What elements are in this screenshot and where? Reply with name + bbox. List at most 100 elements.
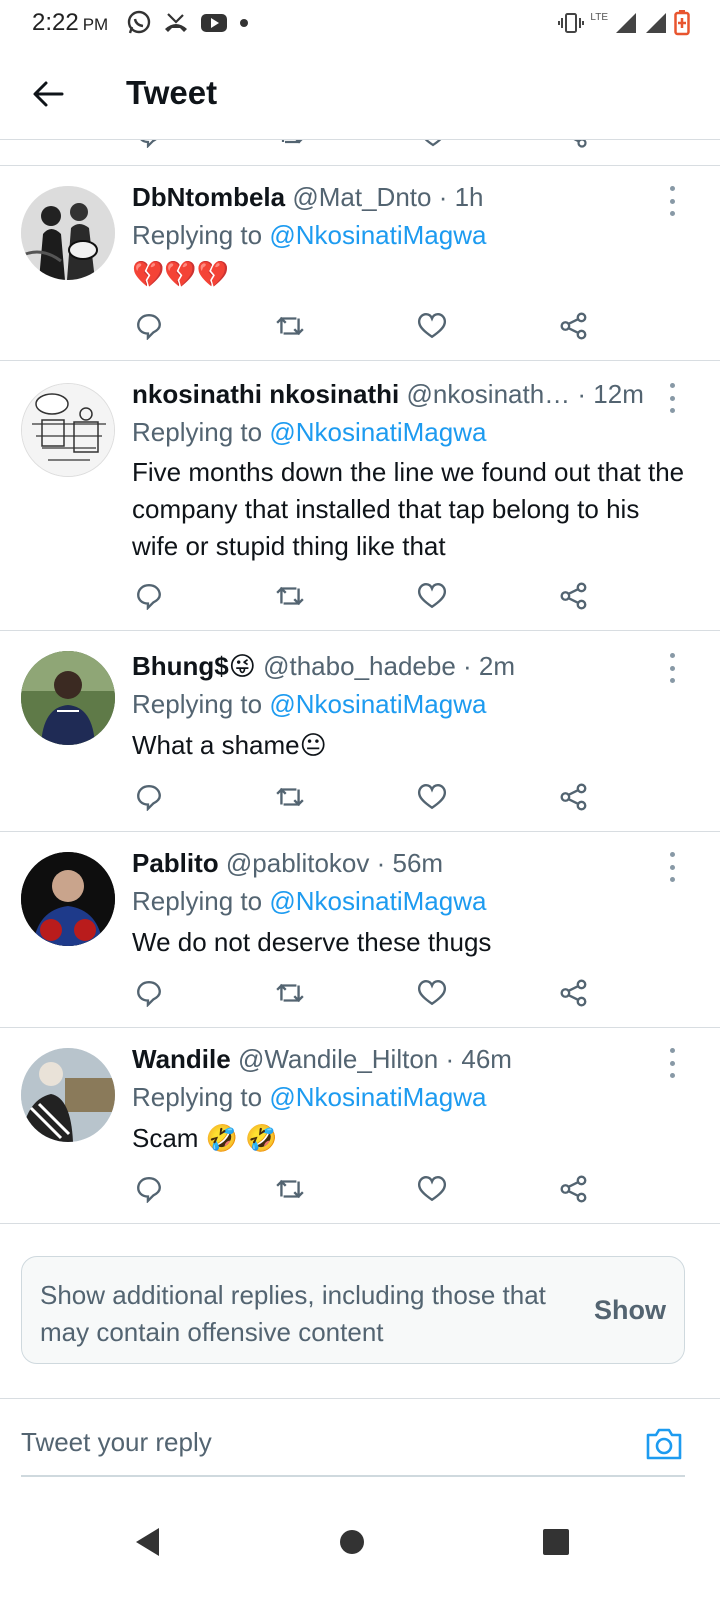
avatar[interactable]	[21, 1048, 115, 1142]
share-icon	[560, 582, 587, 610]
nav-recents-button[interactable]	[526, 1512, 586, 1572]
reply-icon	[137, 785, 161, 811]
reply-icon	[137, 1177, 161, 1203]
share-icon	[560, 1175, 587, 1203]
lte-label: LTE	[590, 12, 608, 23]
nav-home-button[interactable]	[322, 1512, 382, 1572]
replying-mention-link[interactable]: @NkosinatiMagwa	[269, 1082, 486, 1112]
like-button[interactable]	[415, 309, 449, 343]
retweet-button[interactable]	[273, 309, 307, 343]
back-button[interactable]	[28, 74, 68, 114]
tweet-time: · 1h	[438, 182, 484, 212]
share-button[interactable]	[557, 309, 591, 343]
replying-mention-link[interactable]: @NkosinatiMagwa	[269, 417, 486, 447]
avatar[interactable]	[21, 852, 115, 946]
reply-icon	[137, 314, 161, 340]
avatar-image	[21, 186, 115, 280]
tweet-time: · 12m	[577, 379, 644, 409]
previous-tweet-actions	[0, 140, 720, 166]
more-options-icon[interactable]	[662, 1048, 682, 1078]
reply-button[interactable]	[132, 780, 166, 814]
like-icon	[417, 784, 447, 810]
status-time: 2:22 PM	[32, 9, 108, 37]
replying-prefix: Replying to	[132, 689, 263, 719]
back-arrow-icon	[33, 81, 64, 107]
like-button[interactable]	[415, 780, 449, 814]
like-button[interactable]	[415, 579, 449, 613]
share-icon[interactable]	[561, 140, 589, 148]
retweet-icon	[276, 787, 304, 807]
tweet-text: Five months down the line we found out t…	[132, 457, 685, 561]
tweet-author-handle[interactable]: @Wandile_Hilton	[238, 1044, 438, 1074]
camera-button[interactable]	[644, 1425, 684, 1465]
replying-to: Replying to @NkosinatiMagwa	[132, 886, 486, 917]
replying-mention-link[interactable]: @NkosinatiMagwa	[269, 886, 486, 916]
share-button[interactable]	[557, 579, 591, 613]
nav-back-icon	[136, 1528, 159, 1556]
show-button[interactable]: Show	[594, 1295, 666, 1326]
like-icon	[417, 980, 447, 1006]
retweet-button[interactable]	[273, 780, 307, 814]
reply-button[interactable]	[132, 1172, 166, 1206]
retweet-icon	[276, 586, 304, 606]
share-button[interactable]	[557, 1172, 591, 1206]
avatar-image	[21, 1048, 115, 1142]
tweet-author-name[interactable]: nkosinathi nkosinathi	[132, 379, 399, 409]
reply-input-underline	[21, 1475, 685, 1477]
like-icon	[417, 313, 447, 339]
tweet-author-name[interactable]: Pablito	[132, 848, 219, 878]
tweet-item[interactable]: DbNtombela @Mat_Dnto · 1h Replying to @N…	[0, 166, 720, 361]
tweet-item[interactable]: Bhung$😜 @thabo_hadebe · 2m Replying to @…	[0, 631, 720, 832]
tweet-header: DbNtombela @Mat_Dnto · 1h	[132, 182, 672, 213]
reply-button[interactable]	[132, 579, 166, 613]
retweet-icon[interactable]	[277, 140, 305, 148]
share-button[interactable]	[557, 780, 591, 814]
youtube-icon	[201, 14, 227, 32]
tweet-item[interactable]: Wandile @Wandile_Hilton · 46m Replying t…	[0, 1028, 720, 1224]
replying-mention-link[interactable]: @NkosinatiMagwa	[269, 689, 486, 719]
show-additional-replies-card: Show additional replies, including those…	[21, 1256, 685, 1364]
whatsapp-icon	[127, 10, 151, 34]
replying-mention-link[interactable]: @NkosinatiMagwa	[269, 220, 486, 250]
tweet-author-handle[interactable]: @thabo_hadebe	[263, 651, 456, 681]
app-header: Tweet	[0, 48, 720, 140]
replying-to: Replying to @NkosinatiMagwa	[132, 220, 486, 251]
nav-back-button[interactable]	[118, 1512, 178, 1572]
tweet-author-handle[interactable]: @Mat_Dnto	[292, 182, 431, 212]
dot-icon	[240, 19, 248, 27]
tweet-author-name[interactable]: Bhung$😜	[132, 651, 256, 681]
like-icon[interactable]	[419, 140, 447, 148]
reply-icon[interactable]	[136, 140, 162, 148]
tweet-author-handle[interactable]: @pablitokov	[226, 848, 369, 878]
like-button[interactable]	[415, 1172, 449, 1206]
tweet-author-handle[interactable]: @nkosinath…	[406, 379, 570, 409]
more-options-icon[interactable]	[662, 852, 682, 882]
share-button[interactable]	[557, 976, 591, 1010]
retweet-icon	[276, 1179, 304, 1199]
tweet-author-name[interactable]: Wandile	[132, 1044, 231, 1074]
reply-button[interactable]	[132, 976, 166, 1010]
tweet-text: What a shame😐	[132, 730, 327, 760]
reply-button[interactable]	[132, 309, 166, 343]
tweet-text: Scam 🤣 🤣	[132, 1123, 278, 1153]
retweet-button[interactable]	[273, 976, 307, 1010]
reply-icon	[137, 584, 161, 610]
more-options-icon[interactable]	[662, 186, 682, 216]
avatar[interactable]	[21, 186, 115, 280]
avatar[interactable]	[21, 651, 115, 745]
tweet-actions	[132, 976, 612, 1010]
tweet-time: · 56m	[376, 848, 444, 878]
show-more-text: Show additional replies, including those…	[40, 1280, 546, 1347]
tweet-reply-input[interactable]	[21, 1427, 621, 1458]
avatar[interactable]	[21, 383, 115, 477]
tweet-item[interactable]: nkosinathi nkosinathi @nkosinath… · 12m …	[0, 361, 720, 631]
tweet-item[interactable]: Pablito @pablitokov · 56m Replying to @N…	[0, 832, 720, 1028]
more-options-icon[interactable]	[662, 653, 682, 683]
retweet-button[interactable]	[273, 579, 307, 613]
more-options-icon[interactable]	[662, 383, 682, 413]
tweet-text: 💔💔💔	[132, 259, 230, 289]
tweet-author-name[interactable]: DbNtombela	[132, 182, 285, 212]
nav-recents-icon	[543, 1529, 569, 1555]
like-button[interactable]	[415, 976, 449, 1010]
retweet-button[interactable]	[273, 1172, 307, 1206]
